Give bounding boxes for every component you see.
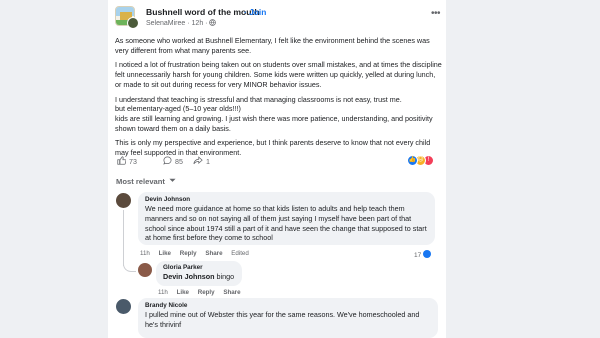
commenter-avatar[interactable] [116, 299, 131, 314]
post-paragraph: This is only my perspective and experien… [115, 138, 431, 158]
share-count: 1 [206, 158, 210, 166]
thumbs-up-icon [117, 156, 127, 165]
post-stats-bar: 73 85 1 👍 ☹ ! [117, 155, 442, 168]
post-paragraph: but elementary-aged (5–10 year olds!!!) [115, 104, 241, 114]
commenter-avatar[interactable] [138, 263, 152, 277]
reaction-count-label: 17 [414, 252, 422, 259]
comment-stat[interactable]: 85 [163, 156, 183, 166]
mention-link[interactable]: Devin Johnson [163, 272, 215, 281]
reply-button[interactable]: Reply [180, 250, 197, 257]
like-button[interactable]: Like [159, 250, 171, 257]
reply-connector [123, 262, 136, 272]
comment-bubble: Brandy Nicole I pulled mine out of Webst… [138, 298, 438, 338]
comment-icon [163, 156, 172, 165]
comment-text: We need more guidance at home so that ki… [145, 204, 427, 243]
post-time[interactable]: · 12h · [187, 20, 207, 27]
join-button[interactable]: · Join [244, 7, 266, 17]
group-name[interactable]: Bushnell word of the mouth [146, 7, 260, 17]
like-count: 73 [129, 158, 137, 166]
post-paragraph: I understand that teaching is stressful … [115, 94, 402, 104]
comment-text: bingo [216, 272, 235, 281]
like-button[interactable]: Like [177, 289, 189, 296]
comment-bubble: Devin Johnson We need more guidance at h… [138, 192, 435, 245]
like-stat[interactable]: 73 [117, 156, 137, 166]
comment-time[interactable]: 11h [140, 250, 150, 257]
comment-text: I pulled mine out of Webster this year f… [145, 310, 420, 329]
reaction-summary[interactable]: 👍 ☹ ! [407, 155, 441, 166]
post-paragraph: kids are still learning and growing. I j… [115, 113, 433, 133]
comment-sort-dropdown[interactable]: Most relevant [116, 177, 176, 186]
author-name[interactable]: SelenaMiree [146, 20, 185, 27]
reply-button[interactable]: Reply [198, 289, 215, 296]
commenter-name[interactable]: Brandy Nicole [145, 302, 431, 310]
commenter-name[interactable]: Gloria Parker [163, 264, 235, 272]
post-header: Bushnell word of the mouth · Join Selena… [115, 6, 441, 30]
commenter-name[interactable]: Devin Johnson [145, 196, 428, 204]
thread-line [123, 210, 124, 266]
comment-reaction-count[interactable]: 17 [414, 250, 432, 259]
share-stat[interactable]: 1 [193, 156, 210, 166]
sort-label: Most relevant [116, 177, 165, 186]
post-paragraph: I noticed a lot of frustration being tak… [115, 60, 442, 89]
globe-icon [209, 19, 217, 26]
like-reaction-icon: 👍 [407, 155, 418, 166]
edited-label: Edited [231, 250, 249, 257]
chevron-down-icon [169, 178, 176, 182]
post-meta: SelenaMiree · 12h · [146, 19, 217, 27]
comment-actions: 11h Like Reply Share Edited [140, 250, 256, 257]
share-button[interactable]: Share [223, 289, 240, 296]
like-reaction-icon [423, 250, 432, 258]
post-body: As someone who worked at Bushnell Elemen… [115, 36, 443, 163]
author-avatar[interactable] [127, 17, 139, 29]
reply-bubble: Gloria Parker Devin Johnson bingo [156, 261, 242, 286]
share-button[interactable]: Share [205, 250, 222, 257]
post-paragraph: As someone who worked at Bushnell Elemen… [115, 36, 430, 55]
comment-time[interactable]: 11h [158, 289, 168, 296]
commenter-avatar[interactable] [116, 193, 131, 208]
share-icon [193, 156, 203, 165]
post-card: Bushnell word of the mouth · Join Selena… [108, 0, 446, 338]
more-options-icon[interactable]: ••• [431, 8, 441, 19]
comment-actions: 11h Like Reply Share [158, 289, 248, 296]
comment-count: 85 [175, 158, 183, 166]
